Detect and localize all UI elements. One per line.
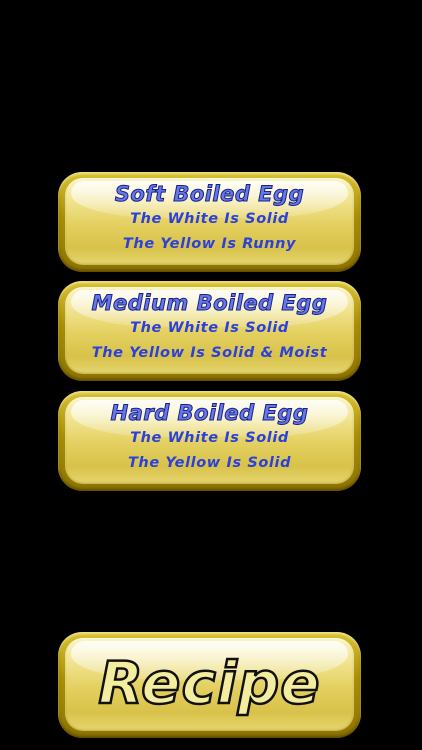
egg-option-yellow-description: The Yellow Is Solid & Moist (91, 345, 328, 361)
egg-option-white-description: The White Is Solid (130, 211, 289, 227)
button-text-group: Medium Boiled Egg The White Is Solid The… (65, 287, 354, 374)
egg-option-yellow-description: The Yellow Is Runny (122, 236, 297, 252)
egg-option-title: Hard Boiled Egg (110, 401, 309, 426)
egg-option-title: Soft Boiled Egg (114, 182, 305, 207)
egg-option-white-description: The White Is Solid (130, 320, 289, 336)
hard-boiled-egg-button[interactable]: Hard Boiled Egg The White Is Solid The Y… (58, 391, 361, 491)
button-text-group: Hard Boiled Egg The White Is Solid The Y… (65, 397, 354, 484)
button-face: Soft Boiled Egg The White Is Solid The Y… (65, 178, 354, 265)
recipe-button-label: Recipe (97, 647, 321, 718)
egg-option-yellow-description: The Yellow Is Solid (127, 455, 292, 471)
soft-boiled-egg-button[interactable]: Soft Boiled Egg The White Is Solid The Y… (58, 172, 361, 272)
button-face: Medium Boiled Egg The White Is Solid The… (65, 287, 354, 374)
button-text-group: Soft Boiled Egg The White Is Solid The Y… (65, 178, 354, 265)
egg-option-white-description: The White Is Solid (130, 430, 289, 446)
button-face: Hard Boiled Egg The White Is Solid The Y… (65, 397, 354, 484)
button-face: Recipe (65, 638, 354, 731)
medium-boiled-egg-button[interactable]: Medium Boiled Egg The White Is Solid The… (58, 281, 361, 381)
egg-option-title: Medium Boiled Egg (91, 291, 328, 316)
recipe-button[interactable]: Recipe (58, 632, 361, 738)
egg-timer-screen: Soft Boiled Egg The White Is Solid The Y… (0, 0, 422, 750)
